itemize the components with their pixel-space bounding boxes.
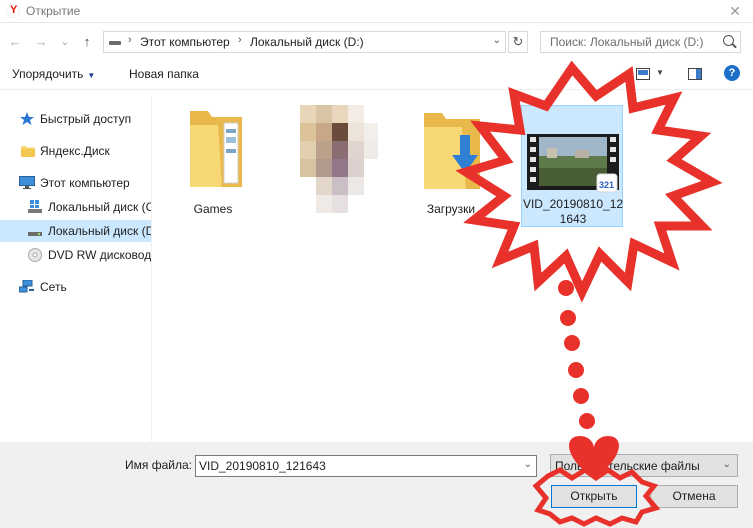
file-name: Games (193, 202, 233, 216)
forward-button[interactable]: → (32, 32, 50, 52)
change-view-icon[interactable] (636, 68, 650, 80)
svg-text:321: 321 (599, 180, 614, 190)
drive-icon (28, 224, 42, 237)
computer-icon (19, 176, 35, 189)
view-options-caret-icon[interactable]: ▼ (656, 68, 664, 77)
search-box[interactable]: Поиск: Локальный диск (D:) (540, 31, 741, 53)
open-button[interactable]: Открыть (551, 485, 637, 508)
filename-label: Имя файла: (125, 458, 192, 472)
yandex-browser-icon (6, 4, 20, 18)
windows-drive-icon (28, 200, 42, 213)
command-toolbar: Упорядочить ▼ Новая папка ▼ ? (0, 60, 753, 90)
sidebar-item-label: Этот компьютер (40, 176, 130, 190)
sidebar-item-label: Локальный диск (C (48, 200, 152, 214)
up-button[interactable]: ↑ (78, 32, 96, 52)
folder-icon (21, 144, 35, 157)
window-title: Открытие (26, 4, 81, 18)
sidebar-item-local-disk-c[interactable]: Локальный диск (C (0, 196, 152, 218)
sidebar-item-quick-access[interactable]: Быстрый доступ (0, 108, 151, 130)
chevron-down-icon: ⌄ (722, 459, 731, 470)
file-item-blurred[interactable] (300, 105, 380, 220)
refresh-button[interactable]: ↻ (508, 31, 528, 53)
sidebar-item-local-disk-d[interactable]: Локальный диск (D (0, 220, 152, 242)
sidebar-item-label: DVD RW дисковод ( (48, 248, 152, 262)
file-item-downloads[interactable]: Загрузки (418, 105, 498, 216)
file-name: Загрузки (426, 202, 476, 216)
preview-pane-icon[interactable] (688, 68, 702, 80)
breadcrumb-this-pc[interactable]: Этот компьютер (140, 35, 230, 49)
recent-locations-button[interactable]: ⌄ (56, 32, 74, 52)
star-icon (20, 112, 34, 125)
sidebar-item-label: Локальный диск (D (48, 224, 152, 238)
blurred-thumbnail-icon (300, 105, 378, 213)
sidebar-item-this-pc[interactable]: Этот компьютер (0, 172, 151, 194)
breadcrumb-separator: › (238, 34, 242, 46)
close-button[interactable]: ✕ (725, 2, 745, 20)
sidebar-item-label: Быстрый доступ (40, 112, 132, 126)
sidebar-item-dvd-drive[interactable]: DVD RW дисковод ( (0, 244, 152, 266)
organize-button[interactable]: Упорядочить ▼ (12, 67, 95, 81)
dvd-icon (28, 248, 42, 262)
breadcrumb-separator: › (128, 34, 132, 46)
chevron-down-icon[interactable]: ⌄ (524, 459, 532, 470)
search-icon (723, 35, 734, 46)
file-list: Games Загрузки 321 VID_20190810_12 1643 (153, 97, 753, 442)
navigation-pane: Быстрый доступ Яндекс.Диск Этот компьюте… (0, 97, 152, 442)
caret-down-icon: ▼ (87, 71, 96, 80)
sidebar-item-network[interactable]: Сеть (0, 276, 151, 298)
breadcrumb-local-disk-d[interactable]: Локальный диск (D:) (250, 35, 364, 49)
file-name-line-1: VID_20190810_12 (522, 197, 624, 211)
address-bar[interactable]: › Этот компьютер › Локальный диск (D:) ⌄ (103, 31, 506, 53)
organize-label: Упорядочить (12, 67, 84, 81)
cancel-button[interactable]: Отмена (650, 485, 738, 508)
video-file-icon: 321 (527, 134, 619, 193)
navigation-bar: ← → ⌄ ↑ › Этот компьютер › Локальный дис… (0, 28, 753, 58)
network-icon (18, 279, 34, 293)
sidebar-item-label: Яндекс.Диск (40, 144, 110, 158)
filename-field[interactable]: ⌄ (195, 455, 537, 477)
filename-input[interactable] (199, 458, 509, 474)
filetype-select[interactable]: Пользовательские файлы ⌄ (550, 454, 738, 477)
file-item-games[interactable]: Games (178, 105, 248, 216)
sidebar-item-label: Сеть (40, 280, 67, 294)
title-bar: Открытие ✕ (0, 0, 753, 23)
file-item-video[interactable]: 321 VID_20190810_12 1643 (521, 105, 623, 227)
help-button[interactable]: ? (724, 65, 740, 81)
folder-icon (190, 111, 242, 187)
sidebar-item-yandex-disk[interactable]: Яндекс.Диск (0, 140, 151, 162)
drive-icon (109, 41, 121, 45)
back-button[interactable]: ← (6, 32, 24, 52)
dialog-footer: Имя файла: ⌄ Пользовательские файлы ⌄ От… (0, 442, 753, 528)
chevron-down-icon[interactable]: ⌄ (493, 35, 501, 46)
downloads-folder-icon (424, 113, 480, 189)
filetype-value: Пользовательские файлы (555, 459, 700, 473)
search-input[interactable]: Поиск: Локальный диск (D:) (550, 35, 703, 49)
new-folder-button[interactable]: Новая папка (129, 67, 199, 81)
file-name-line-2: 1643 (559, 212, 587, 226)
